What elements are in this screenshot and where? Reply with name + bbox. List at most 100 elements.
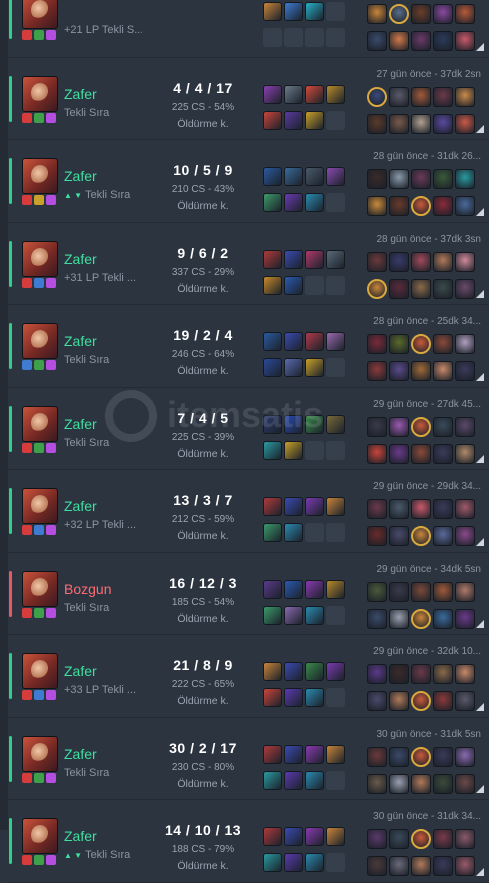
participant-champion-icon[interactable]	[411, 581, 431, 602]
item-icon[interactable]	[305, 662, 324, 681]
item-icon[interactable]	[305, 853, 324, 872]
participant-champion-icon[interactable]	[433, 196, 453, 216]
participant-champion-icon[interactable]	[455, 746, 475, 767]
item-icon[interactable]	[326, 853, 345, 872]
participant-champion-icon[interactable]	[389, 169, 409, 189]
item-icon[interactable]	[305, 523, 324, 542]
item-icon[interactable]	[263, 249, 282, 269]
participant-champion-icon[interactable]	[389, 691, 409, 711]
item-icon[interactable]	[305, 275, 324, 295]
participant-champion-icon[interactable]	[411, 251, 431, 272]
item-icon[interactable]	[284, 579, 303, 599]
item-icon[interactable]	[326, 249, 345, 269]
participant-champion-icon[interactable]	[411, 169, 431, 189]
participant-champion-icon[interactable]	[367, 31, 387, 51]
participant-champion-icon[interactable]	[433, 773, 453, 794]
match-row[interactable]: Zafer Tekli Sıra 4 / 4 / 17 225 CS - 54% Öld…	[8, 58, 489, 140]
item-icon[interactable]	[305, 332, 324, 351]
participant-champion-icon[interactable]	[433, 278, 453, 299]
participant-champion-icon[interactable]	[433, 829, 453, 849]
item-icon[interactable]	[305, 2, 324, 21]
participant-champion-icon[interactable]	[455, 251, 475, 272]
participant-champion-icon[interactable]	[367, 334, 387, 354]
match-row[interactable]: Zafer +32 LP Tekli ... 13 / 3 / 7 212 CS - …	[8, 470, 489, 553]
participant-champion-icon[interactable]	[389, 856, 409, 876]
participant-champion-icon[interactable]	[433, 361, 453, 381]
player-self-icon[interactable]	[411, 196, 431, 216]
item-icon[interactable]	[326, 579, 345, 599]
champion-portrait-icon[interactable]	[22, 653, 58, 689]
item-icon[interactable]	[284, 28, 303, 47]
participant-champion-icon[interactable]	[389, 251, 409, 272]
item-icon[interactable]	[263, 853, 282, 872]
participant-champion-icon[interactable]	[367, 416, 387, 437]
item-icon[interactable]	[284, 84, 303, 104]
item-icon[interactable]	[305, 440, 324, 460]
participant-champion-icon[interactable]	[411, 361, 431, 381]
participant-champion-icon[interactable]	[411, 773, 431, 794]
item-icon[interactable]	[263, 28, 282, 47]
item-icon[interactable]	[284, 497, 303, 516]
participant-champion-icon[interactable]	[455, 169, 475, 189]
participant-champion-icon[interactable]	[367, 829, 387, 849]
item-icon[interactable]	[305, 249, 324, 269]
item-icon[interactable]	[284, 2, 303, 21]
participant-champion-icon[interactable]	[455, 773, 475, 794]
item-icon[interactable]	[263, 662, 282, 681]
participant-champion-icon[interactable]	[411, 4, 431, 24]
participant-champion-icon[interactable]	[367, 526, 387, 546]
item-icon[interactable]	[305, 579, 324, 599]
participant-champion-icon[interactable]	[367, 196, 387, 216]
participant-champion-icon[interactable]	[433, 113, 453, 134]
participant-champion-icon[interactable]	[433, 526, 453, 546]
participant-champion-icon[interactable]	[433, 608, 453, 629]
participant-champion-icon[interactable]	[433, 443, 453, 464]
player-self-icon[interactable]	[411, 416, 431, 437]
item-icon[interactable]	[326, 523, 345, 542]
player-self-icon[interactable]	[367, 278, 387, 299]
participant-champion-icon[interactable]	[455, 608, 475, 629]
item-icon[interactable]	[305, 497, 324, 516]
champion-portrait-icon[interactable]	[22, 818, 58, 854]
player-self-icon[interactable]	[367, 86, 387, 107]
champion-portrait-icon[interactable]	[22, 240, 58, 277]
item-icon[interactable]	[263, 332, 282, 351]
item-icon[interactable]	[305, 193, 324, 212]
participant-champion-icon[interactable]	[389, 664, 409, 684]
participant-champion-icon[interactable]	[433, 251, 453, 272]
player-self-icon[interactable]	[411, 691, 431, 711]
participant-champion-icon[interactable]	[433, 31, 453, 51]
champion-portrait-icon[interactable]	[22, 570, 58, 607]
expand-corner-icon[interactable]	[476, 42, 484, 51]
item-icon[interactable]	[284, 770, 303, 790]
participant-champion-icon[interactable]	[433, 334, 453, 354]
participant-champion-icon[interactable]	[433, 664, 453, 684]
participant-champion-icon[interactable]	[455, 581, 475, 602]
match-row[interactable]: Zafer ▲ ▼ Tekli Sıra 10 / 5 / 9 210 CS - 43%…	[8, 140, 489, 223]
item-icon[interactable]	[284, 688, 303, 707]
item-icon[interactable]	[305, 770, 324, 790]
item-icon[interactable]	[326, 193, 345, 212]
match-row[interactable]: Zafer Tekli Sıra 30 / 2 / 17 230 CS - 80% Öl…	[8, 718, 489, 800]
participant-champion-icon[interactable]	[455, 856, 475, 876]
expand-corner-icon[interactable]	[476, 372, 484, 381]
item-icon[interactable]	[305, 744, 324, 764]
item-icon[interactable]	[305, 605, 324, 625]
item-icon[interactable]	[284, 249, 303, 269]
participant-champion-icon[interactable]	[367, 691, 387, 711]
match-row[interactable]: Bozgun Tekli Sıra 16 / 12 / 3 185 CS - 54% Ö…	[8, 553, 489, 635]
participant-champion-icon[interactable]	[389, 499, 409, 519]
item-icon[interactable]	[305, 28, 324, 47]
item-icon[interactable]	[263, 358, 282, 377]
item-icon[interactable]	[263, 579, 282, 599]
champion-portrait-icon[interactable]	[22, 735, 58, 772]
participant-champion-icon[interactable]	[455, 416, 475, 437]
participant-champion-icon[interactable]	[367, 581, 387, 602]
item-icon[interactable]	[263, 167, 282, 186]
item-icon[interactable]	[305, 358, 324, 377]
expand-corner-icon[interactable]	[476, 537, 484, 546]
player-self-icon[interactable]	[389, 4, 409, 24]
item-icon[interactable]	[263, 275, 282, 295]
match-row[interactable]: +21 LP Tekli S...	[8, 0, 489, 58]
participant-champion-icon[interactable]	[455, 4, 475, 24]
